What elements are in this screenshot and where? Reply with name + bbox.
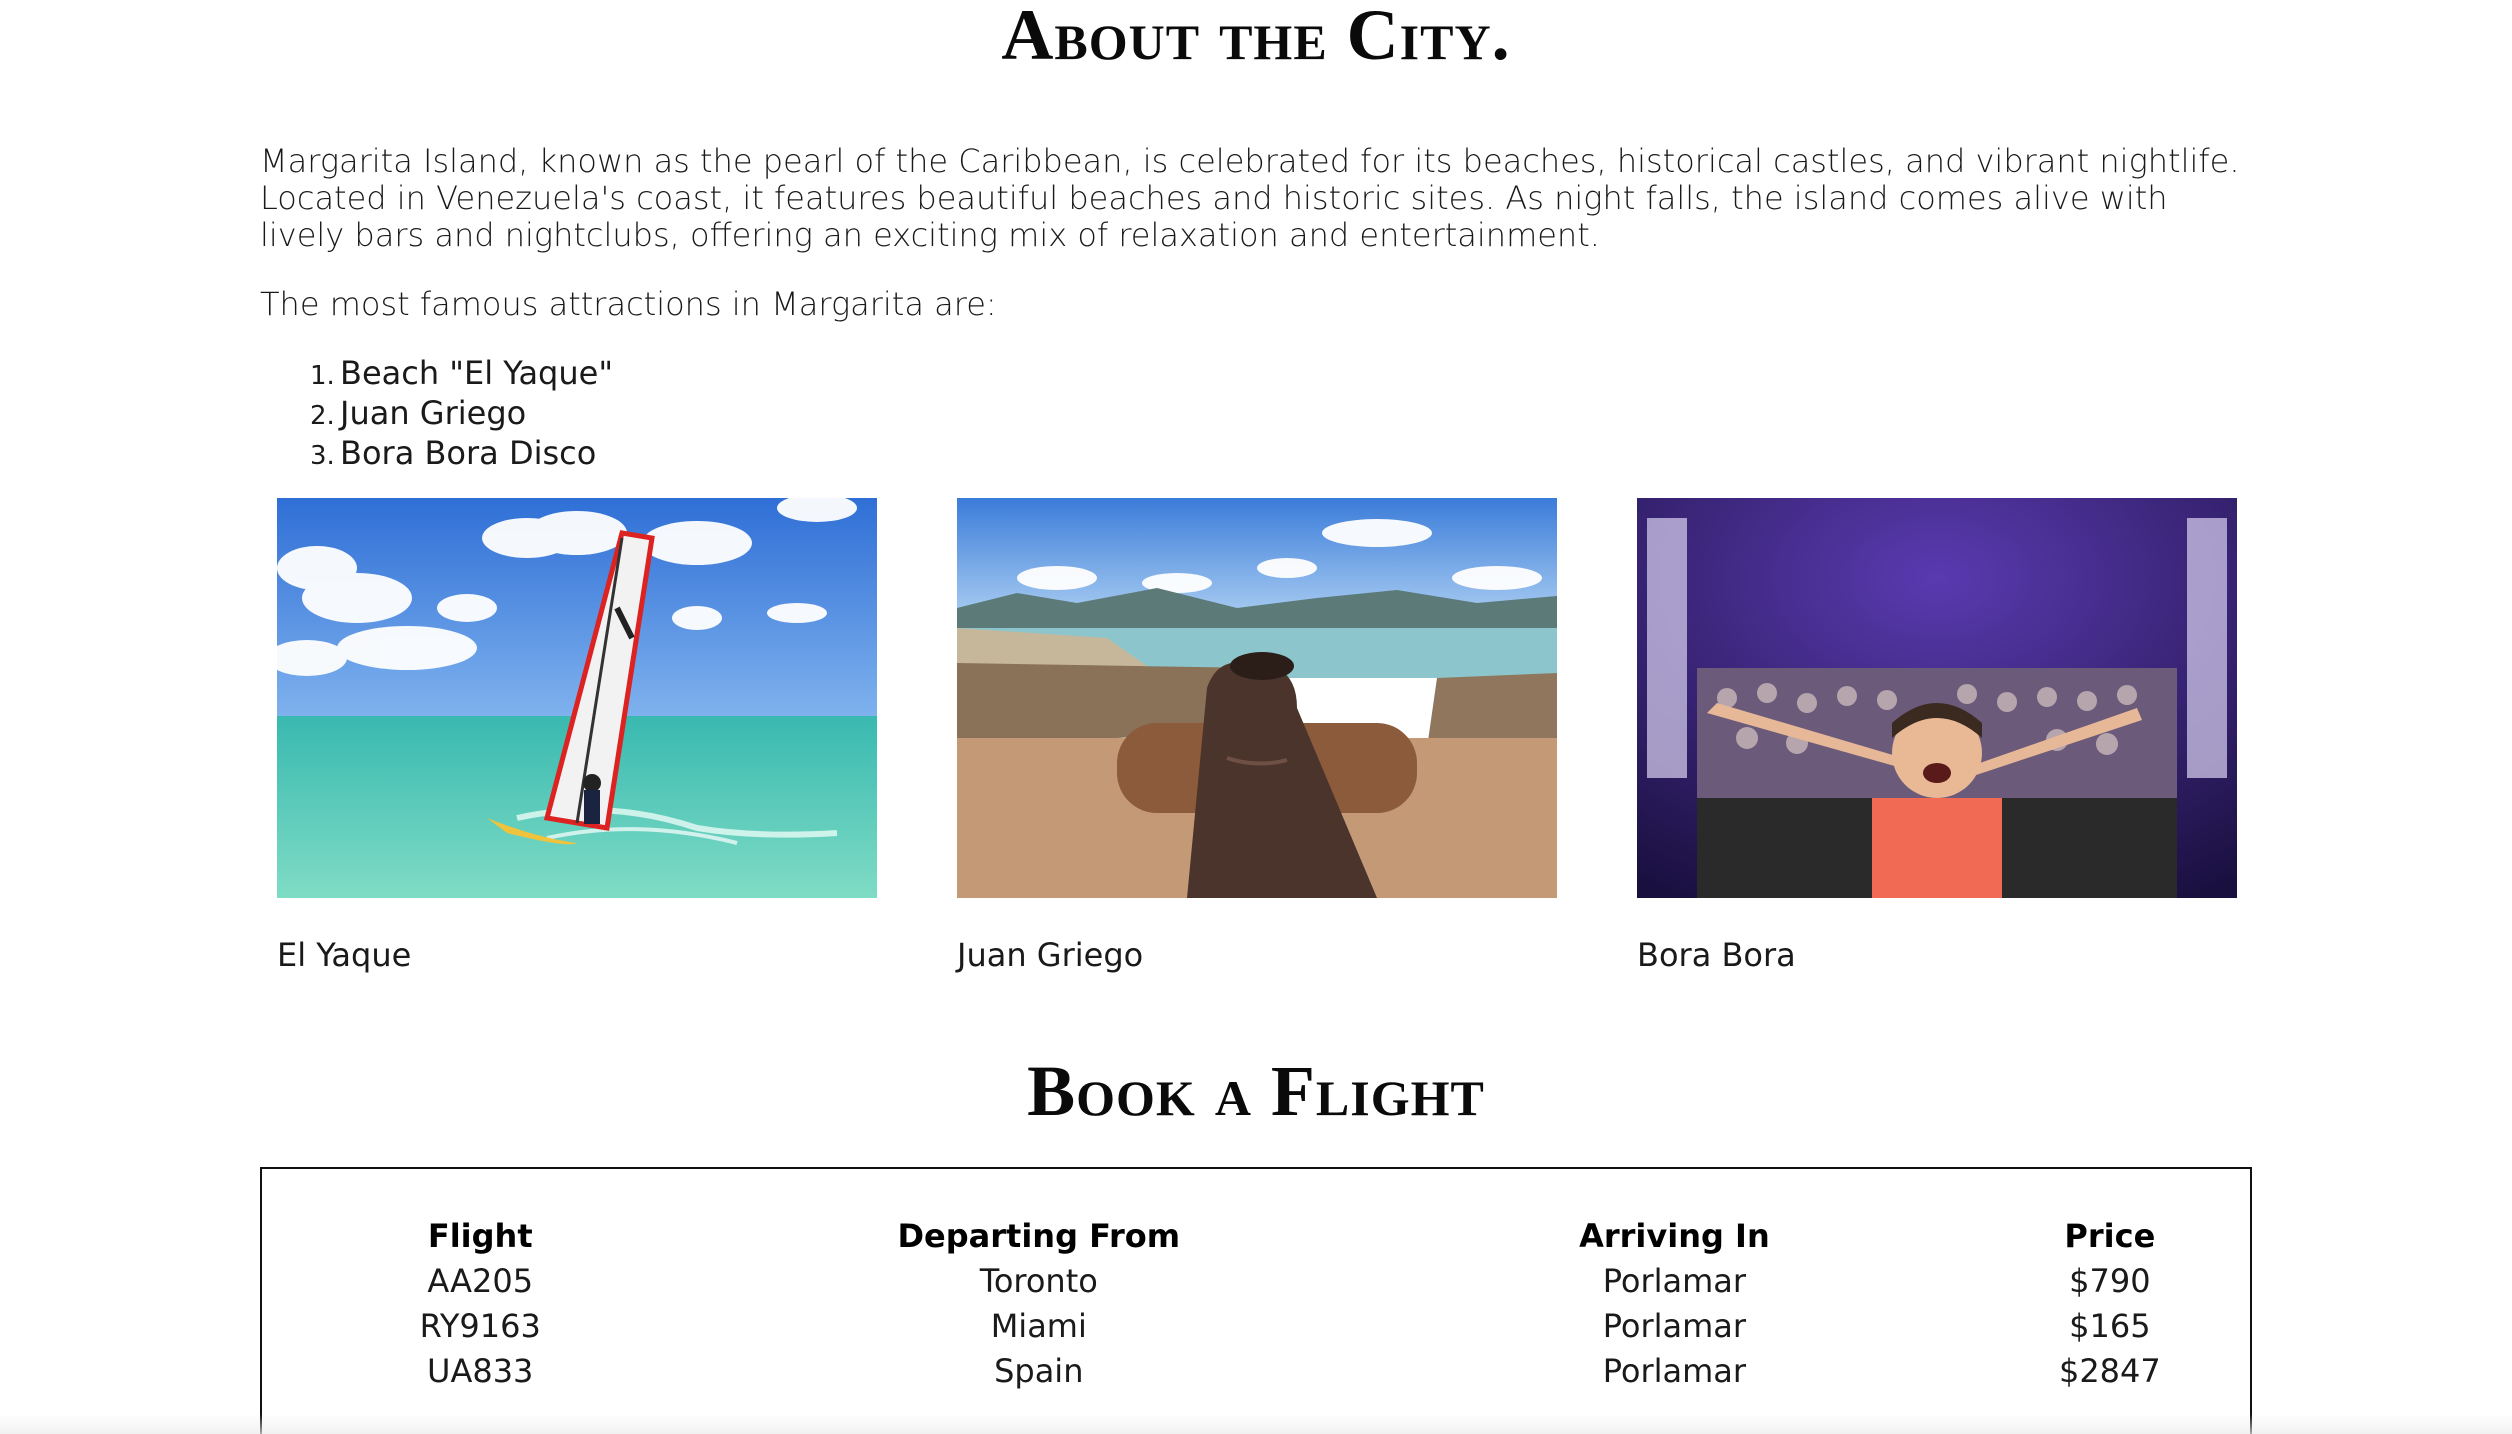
cannon-fort-photo <box>957 498 1557 898</box>
about-title: About the City. <box>1001 0 1511 75</box>
attraction-label: Bora Bora Disco <box>340 434 597 472</box>
gallery-card-bora-bora: Bora Bora <box>1637 498 2237 974</box>
attraction-label: Beach "El Yaque" <box>340 354 614 392</box>
cell-to: Porlamar <box>1602 1306 1747 1345</box>
cell-from: Toronto <box>979 1261 1098 1300</box>
cell-from: Spain <box>994 1351 1084 1390</box>
attraction-item: 2. Juan Griego <box>310 394 527 432</box>
cell-price: $790 <box>2069 1261 2151 1300</box>
header-arriving-in: Arriving In <box>1579 1216 1770 1255</box>
cell-flight: UA833 <box>427 1351 534 1390</box>
attraction-label: Juan Griego <box>340 394 527 432</box>
table-row: AA205 Toronto Porlamar $790 <box>262 1258 2250 1303</box>
flights-table: Flight Departing From Arriving In Price … <box>262 1213 2250 1393</box>
cell-to: Porlamar <box>1602 1351 1747 1390</box>
header-flight: Flight <box>427 1216 533 1255</box>
header-price: Price <box>2064 1216 2156 1255</box>
attraction-item: 1. Beach "El Yaque" <box>310 354 614 392</box>
cell-flight: RY9163 <box>419 1306 541 1345</box>
table-row: RY9163 Miami Porlamar $165 <box>262 1303 2250 1348</box>
cell-price: $2847 <box>2058 1351 2161 1390</box>
windsurfer-photo <box>277 498 877 898</box>
table-header-row: Flight Departing From Arriving In Price <box>262 1213 2250 1258</box>
book-flight-title: Book a Flight <box>1027 1051 1485 1131</box>
gallery-caption: Juan Griego <box>957 936 1144 974</box>
cell-to: Porlamar <box>1602 1261 1747 1300</box>
cell-flight: AA205 <box>427 1261 534 1300</box>
gallery-card-juan-griego: Juan Griego <box>957 498 1557 974</box>
table-row: UA833 Spain Porlamar $2847 <box>262 1348 2250 1393</box>
header-departing-from: Departing From <box>897 1216 1181 1255</box>
gallery-caption: El Yaque <box>277 936 412 974</box>
gallery-card-el-yaque: El Yaque <box>277 498 877 974</box>
attractions-list: 1. Beach "El Yaque" 2. Juan Griego 3. Bora … <box>310 355 613 475</box>
page: About the City. Margarita Island, known … <box>0 0 2512 1434</box>
cell-price: $165 <box>2069 1306 2151 1345</box>
attraction-item: 3. Bora Bora Disco <box>310 434 597 472</box>
nightclub-dj-photo <box>1637 498 2237 898</box>
attractions-heading: The most famous attractions in Margarita… <box>260 285 997 323</box>
gallery-caption: Bora Bora <box>1637 936 1796 974</box>
bottom-fade <box>0 1414 2512 1434</box>
flights-table-box: Flight Departing From Arriving In Price … <box>260 1167 2252 1434</box>
cell-from: Miami <box>990 1306 1087 1345</box>
intro-paragraph: Margarita Island, known as the pearl of … <box>260 142 2240 254</box>
